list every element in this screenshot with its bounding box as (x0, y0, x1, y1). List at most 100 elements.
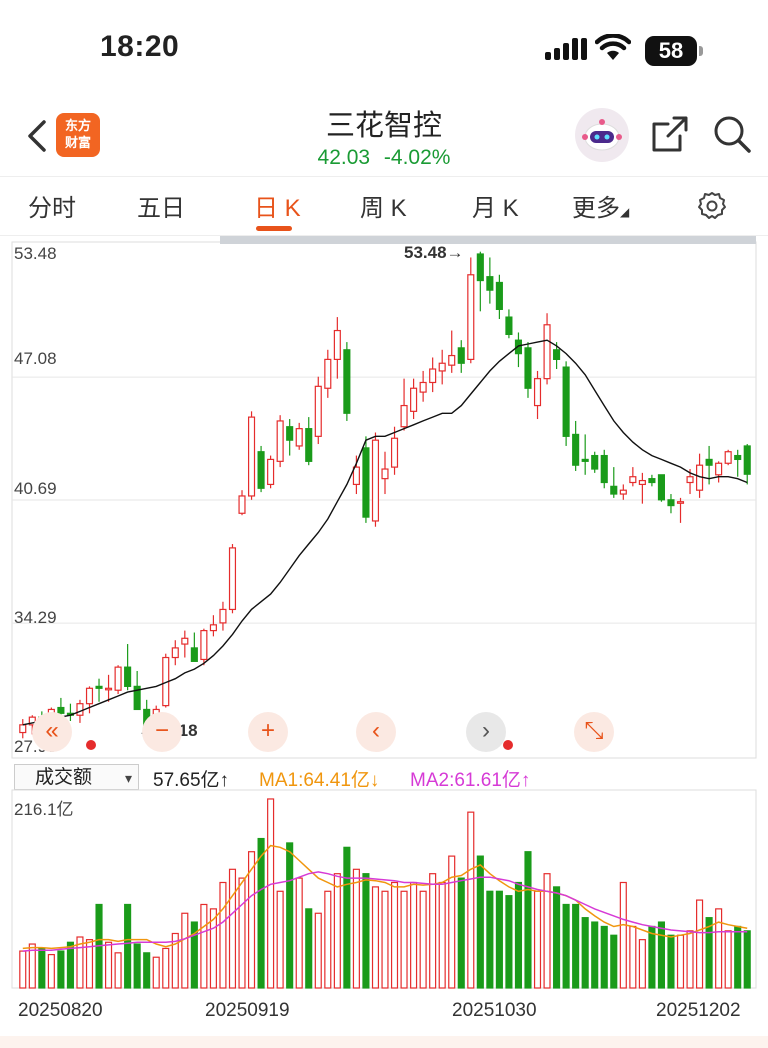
scroll-left-fast-icon[interactable]: « (32, 712, 72, 752)
candle-body (715, 462, 723, 476)
volume-bar (181, 912, 189, 989)
volume-bar (276, 890, 284, 989)
volume-bar (553, 886, 561, 989)
volume-bar (629, 925, 637, 989)
candle-body (95, 685, 103, 689)
candle (734, 449, 742, 477)
kline-chart[interactable] (0, 236, 768, 762)
volume-bar (352, 868, 360, 989)
zoom-in-icon[interactable]: + (248, 712, 288, 752)
candle-body (114, 666, 122, 691)
candle-body (76, 703, 84, 716)
volume-max-label: 216.1亿 (14, 800, 74, 819)
date-label-2: 20251030 (452, 1000, 537, 1021)
candle (667, 494, 675, 514)
candle (295, 422, 303, 450)
candle (533, 370, 542, 420)
volume-bar (124, 903, 132, 989)
candle (181, 630, 189, 658)
volume-bar (476, 855, 484, 989)
volume-bar (676, 934, 685, 989)
candle-body (343, 349, 351, 414)
candle (124, 644, 132, 691)
volume-bar (438, 881, 446, 989)
volume-bar (419, 890, 427, 989)
candle (247, 411, 256, 500)
candle-body (724, 451, 732, 464)
candle (267, 455, 275, 489)
volume-bar (114, 952, 122, 989)
moving-average-line (22, 339, 748, 726)
logo-line-2: 财富 (64, 135, 91, 150)
tab-daily-k[interactable]: 日 K (254, 188, 301, 223)
candle (610, 467, 618, 498)
tab-five-day[interactable]: 五日 (137, 188, 185, 223)
candle-body (267, 458, 275, 486)
volume-bar (152, 956, 160, 989)
candle (352, 455, 360, 495)
candle (429, 357, 437, 393)
assistant-robot-icon[interactable] (575, 108, 629, 162)
candle-body (105, 687, 113, 691)
stock-quote: 42.03 -4.02% (200, 146, 568, 170)
candle (524, 342, 532, 398)
volume-bar (333, 873, 341, 989)
tab-monthly-k[interactable]: 月 K (472, 188, 519, 223)
candle-body (553, 349, 561, 361)
candle (457, 340, 465, 373)
candle-body (314, 385, 322, 437)
back-chevron-icon[interactable] (20, 116, 60, 156)
candle-body (352, 466, 360, 486)
candle-body (533, 378, 542, 407)
indicator-selector[interactable]: 成交额 (14, 764, 139, 791)
tab-more[interactable]: 更多◢ (572, 188, 629, 223)
volume-bar (257, 837, 265, 989)
candle (162, 653, 170, 708)
candle (85, 686, 94, 714)
volume-bar (610, 934, 618, 989)
fullscreen-icon[interactable]: ⤡ (574, 712, 614, 752)
step-left-icon[interactable]: ‹ (356, 712, 396, 752)
candle-body (648, 478, 656, 484)
candle-body (686, 476, 694, 484)
candle-body (505, 316, 513, 335)
candle (419, 370, 427, 402)
stock-name: 三花智控 (325, 110, 442, 142)
volume-bar (238, 877, 246, 989)
y-tick-3: 34.29 (14, 608, 57, 627)
candle (743, 444, 751, 485)
search-icon[interactable] (712, 114, 752, 154)
volume-bar (286, 842, 294, 989)
candle-body (448, 354, 456, 366)
wifi-icon (595, 34, 631, 60)
candle (495, 274, 503, 320)
candle (629, 467, 637, 487)
volume-bar (219, 881, 227, 989)
candle (467, 257, 475, 364)
candle (543, 313, 551, 385)
step-right-icon[interactable]: › (466, 712, 506, 752)
volume-bar (724, 930, 732, 989)
zoom-out-icon[interactable]: − (142, 712, 182, 752)
volume-bar (524, 851, 532, 989)
candle-body (457, 347, 465, 364)
tab-weekly-k[interactable]: 周 K (360, 188, 407, 223)
volume-bar (324, 890, 332, 989)
candle-body (543, 324, 551, 380)
candle-body (610, 485, 618, 495)
volume-bar (734, 925, 742, 989)
volume-chart[interactable] (0, 788, 768, 992)
share-icon[interactable] (650, 114, 690, 154)
date-label-1: 20250919 (205, 1000, 290, 1021)
candle-body (734, 454, 742, 461)
candle-body (200, 629, 208, 661)
candle-body (228, 547, 237, 611)
volume-bar (400, 890, 408, 989)
support-line (220, 236, 756, 244)
candle (209, 615, 217, 637)
tab-intraday[interactable]: 分时 (28, 188, 76, 223)
active-tab-indicator (256, 226, 292, 231)
candle (200, 628, 208, 666)
settings-gear-icon[interactable] (696, 190, 728, 222)
candle-body (257, 451, 265, 489)
